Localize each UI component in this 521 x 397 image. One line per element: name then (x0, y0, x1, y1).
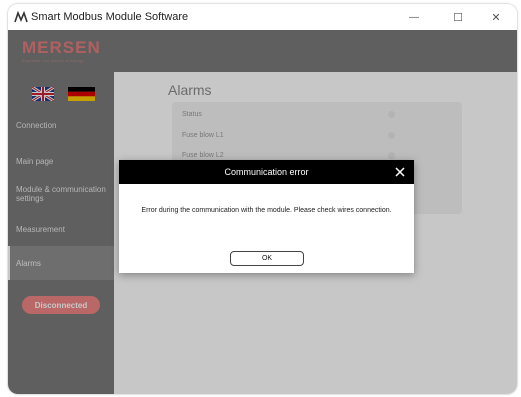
dialog-header: Communication error (119, 160, 414, 184)
close-icon (395, 167, 405, 177)
communication-error-dialog: Communication error Error during the com… (119, 160, 414, 273)
dialog-close-button[interactable] (392, 164, 408, 180)
dialog-title: Communication error (224, 167, 309, 177)
minimize-button[interactable]: — (394, 4, 434, 30)
window-close-button[interactable]: ✕ (476, 4, 516, 30)
maximize-button[interactable]: ☐ (438, 4, 478, 30)
dialog-message: Error during the communication with the … (141, 207, 392, 214)
app-logo-icon (14, 11, 28, 23)
title-bar: Smart Modbus Module Software — ☐ ✕ (8, 4, 517, 30)
close-icon: ✕ (491, 11, 501, 24)
minimize-icon: — (409, 11, 419, 23)
maximize-icon: ☐ (453, 11, 463, 24)
ok-button[interactable]: OK (230, 251, 304, 266)
app-window: Smart Modbus Module Software — ☐ ✕ MERSE… (8, 4, 517, 394)
window-title: Smart Modbus Module Software (31, 11, 189, 23)
